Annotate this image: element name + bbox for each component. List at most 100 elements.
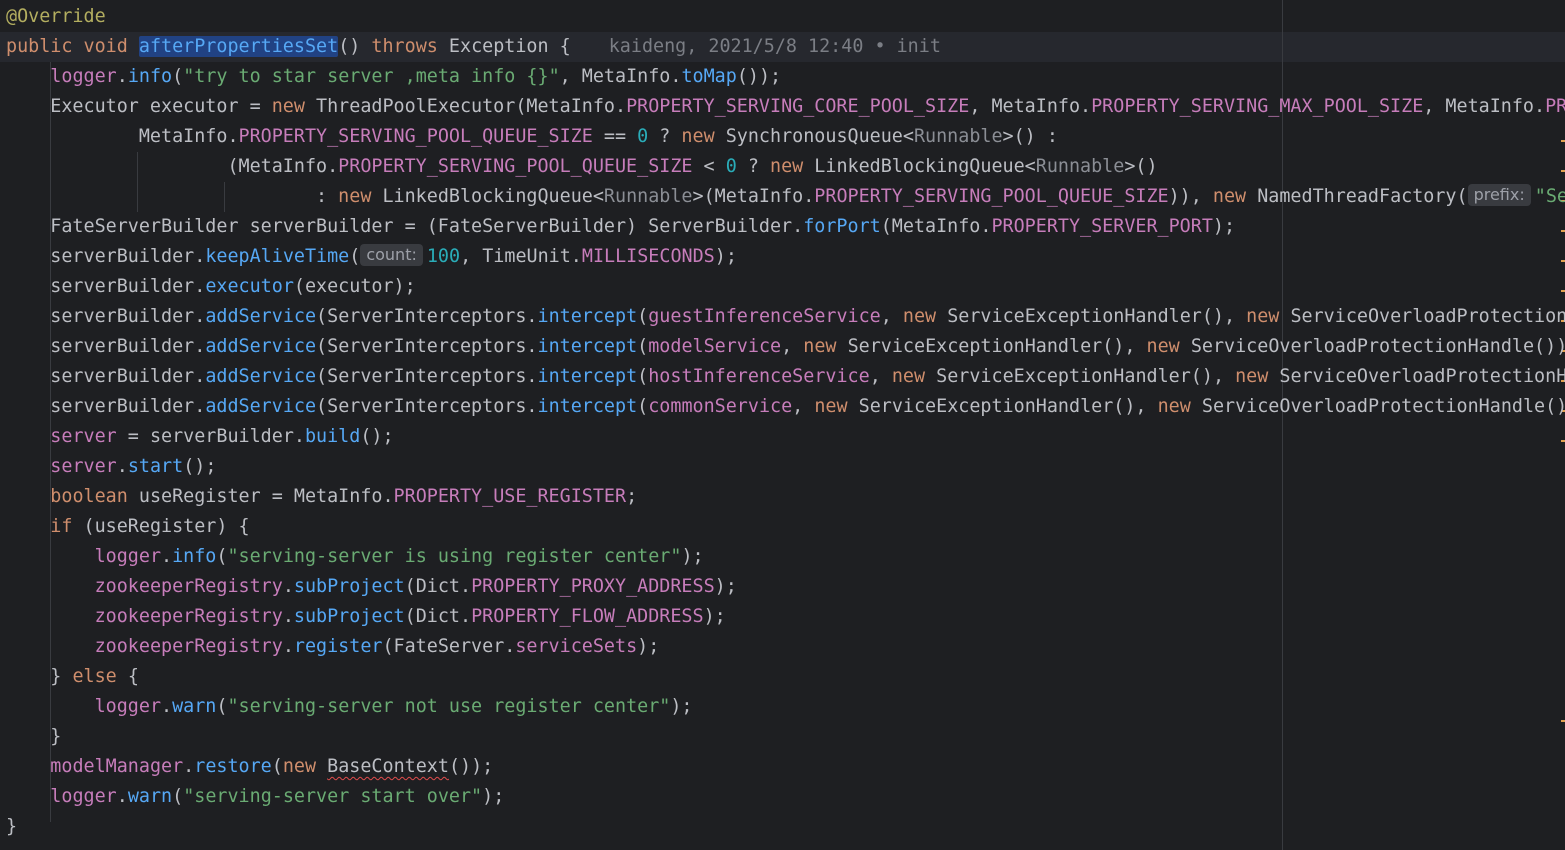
code-line[interactable]: logger.warn("serving-server start over")… [6, 782, 504, 812]
code-token: modelService [648, 336, 782, 357]
code-token: ( [637, 306, 649, 327]
code-token: new [1146, 336, 1191, 357]
code-token: >() : [1002, 126, 1058, 147]
code-line[interactable]: boolean useRegister = MetaInfo.PROPERTY_… [6, 482, 637, 512]
code-token: subProject [293, 576, 405, 597]
code-token: restore [194, 756, 272, 777]
code-token: PROPERTY_FLOW_ADDRESS [471, 606, 704, 627]
code-token: addService [205, 366, 317, 387]
code-token: ( [637, 396, 649, 417]
code-token: ServiceOverloadProtectionHa [1279, 366, 1565, 387]
code-token: { [559, 36, 571, 57]
code-line[interactable]: serverBuilder.addService(ServerIntercept… [6, 332, 1565, 362]
code-token: (ServerInterceptors. [316, 366, 538, 387]
right-margin-guide [1282, 0, 1283, 850]
code-token: else [72, 666, 128, 687]
code-line[interactable]: serverBuilder.addService(ServerIntercept… [6, 392, 1565, 422]
code-token: new [770, 156, 815, 177]
code-token: . [161, 546, 173, 567]
code-line[interactable]: FateServerBuilder serverBuilder = (FateS… [6, 212, 1235, 242]
code-line[interactable]: zookeeperRegistry.subProject(Dict.PROPER… [6, 572, 737, 602]
code-token: ); [681, 546, 704, 567]
code-line[interactable]: logger.info("try to star server ,meta in… [6, 62, 781, 92]
code-token: warn [127, 786, 173, 807]
code-token: MILLISECONDS [581, 246, 715, 267]
warning-stripe-marker[interactable] [1561, 140, 1565, 142]
code-token: new [1246, 306, 1291, 327]
code-token: forPort [803, 216, 881, 237]
code-token: (ServerInterceptors. [316, 306, 538, 327]
code-line[interactable]: (MetaInfo.PROPERTY_SERVING_POOL_QUEUE_SI… [6, 152, 1157, 182]
code-line[interactable]: : new LinkedBlockingQueue<Runnable>(Meta… [6, 182, 1565, 212]
code-line[interactable]: } else { [6, 662, 139, 692]
code-editor[interactable]: @Override public void afterPropertiesSet(… [0, 0, 1565, 850]
parameter-hint: count: [360, 244, 423, 266]
code-line[interactable]: zookeeperRegistry.register(FateServer.se… [6, 632, 660, 662]
code-line[interactable]: serverBuilder.executor(executor); [6, 272, 415, 302]
code-line[interactable]: MetaInfo.PROPERTY_SERVING_POOL_QUEUE_SIZ… [6, 122, 1058, 152]
code-token: ); [714, 576, 737, 597]
code-token: new [1157, 396, 1202, 417]
code-token: hostInferenceService [648, 366, 870, 387]
git-blame-annotation[interactable]: kaideng, 2021/5/8 12:40 • init [609, 36, 941, 57]
code-token: useRegister = MetaInfo. [138, 486, 394, 507]
code-line[interactable]: public void afterPropertiesSet() throws … [6, 32, 941, 62]
code-token: toMap [681, 66, 737, 87]
code-line[interactable]: modelManager.restore(new BaseContext()); [6, 752, 493, 782]
code-token: ); [703, 606, 726, 627]
code-token: () [338, 36, 372, 57]
code-token: (Dict. [404, 576, 472, 597]
code-token: 100 [426, 246, 461, 267]
code-token: logger [94, 696, 162, 717]
code-token: PROPERTY_SERVING_MAX_POOL_SIZE [1091, 96, 1424, 117]
code-token: , [781, 336, 804, 357]
code-token: zookeeperRegistry [94, 606, 283, 627]
code-token: (); [360, 426, 394, 447]
code-token: ( [271, 756, 283, 777]
code-line[interactable]: logger.warn("serving-server not use regi… [6, 692, 693, 722]
code-line[interactable]: serverBuilder.addService(ServerIntercept… [6, 302, 1565, 332]
code-token: LinkedBlockingQueue< [382, 186, 604, 207]
code-line[interactable]: serverBuilder.addService(ServerIntercept… [6, 362, 1565, 392]
code-token: (Dict. [404, 606, 472, 627]
code-token: (MetaInfo. [6, 156, 339, 177]
code-token: ); [637, 636, 660, 657]
code-line[interactable]: } [6, 812, 17, 842]
code-line[interactable]: Executor executor = new ThreadPoolExecut… [6, 92, 1565, 122]
code-line[interactable]: server.start(); [6, 452, 216, 482]
code-token: } [6, 816, 18, 837]
warning-stripe-marker[interactable] [1561, 170, 1565, 172]
warning-stripe-marker[interactable] [1561, 230, 1565, 232]
code-token: (); [183, 456, 217, 477]
code-token: , MetaInfo. [1423, 96, 1546, 117]
code-token: } [6, 726, 62, 747]
code-token: BaseContext [327, 756, 449, 777]
code-token: ServiceExceptionHandler(), [936, 366, 1236, 387]
warning-stripe-marker[interactable] [1561, 290, 1565, 292]
code-line[interactable]: logger.info("serving-server is using reg… [6, 542, 704, 572]
code-token: , [792, 396, 815, 417]
code-token: = serverBuilder. [116, 426, 305, 447]
code-token: PROPERTY_SERVING_POOL_QUEUE_SIZE [238, 126, 593, 147]
code-token: new [271, 96, 317, 117]
code-token: subProject [293, 606, 405, 627]
code-line[interactable]: zookeeperRegistry.subProject(Dict.PROPER… [6, 602, 726, 632]
code-token: Runnable [913, 126, 1003, 147]
code-token: , TimeUnit. [460, 246, 582, 267]
warning-stripe-marker[interactable] [1561, 260, 1565, 262]
code-line[interactable]: @Override [6, 2, 106, 32]
code-line[interactable]: server = serverBuilder.build(); [6, 422, 394, 452]
code-token: boolean [50, 486, 139, 507]
code-token: executor [205, 276, 294, 297]
code-line[interactable]: if (useRegister) { [6, 512, 249, 542]
warning-stripe-marker[interactable] [1561, 440, 1565, 442]
code-line[interactable]: serverBuilder.keepAliveTime(count: 100, T… [6, 242, 737, 272]
warning-stripe-marker[interactable] [1561, 720, 1565, 722]
code-token: info [172, 546, 217, 567]
code-line[interactable]: } [6, 722, 61, 752]
